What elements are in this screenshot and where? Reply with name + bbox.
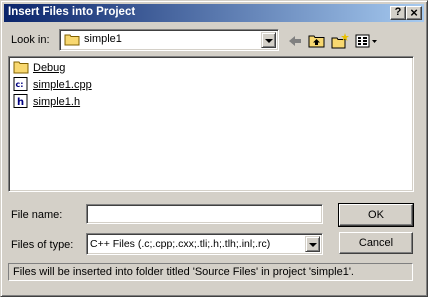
svg-text:h: h xyxy=(17,97,24,108)
status-text: Files will be inserted into folder title… xyxy=(8,263,413,281)
look-in-label: Look in: xyxy=(11,34,50,46)
file-type-combo[interactable]: C++ Files (.c;.cpp;.cxx;.tli;.h;.tlh;.in… xyxy=(86,233,323,255)
ok-button[interactable]: OK xyxy=(338,203,414,227)
cancel-button[interactable]: Cancel xyxy=(339,232,413,254)
list-item[interactable]: c: simple1.cpp xyxy=(13,76,92,94)
list-item[interactable]: Debug xyxy=(13,60,65,76)
folder-icon xyxy=(13,60,29,77)
look-in-combo[interactable]: simple1 xyxy=(59,29,279,51)
title-bar[interactable]: Insert Files into Project ? × xyxy=(4,4,424,22)
file-name: Debug xyxy=(33,62,66,74)
help-button[interactable]: ? xyxy=(390,6,406,20)
file-name-label: File name: xyxy=(11,209,63,221)
cpp-file-icon: c: xyxy=(13,76,29,94)
file-name-input[interactable] xyxy=(86,204,323,224)
svg-text:c:: c: xyxy=(16,80,24,89)
file-type-value: C++ Files (.c;.cpp;.cxx;.tli;.h;.tlh;.in… xyxy=(90,238,271,250)
look-in-dropdown-button[interactable] xyxy=(261,32,276,48)
window-title: Insert Files into Project xyxy=(8,6,136,18)
list-item[interactable]: h simple1.h xyxy=(13,93,81,111)
file-name: simple1.cpp xyxy=(33,79,92,91)
folder-icon xyxy=(64,33,80,49)
file-type-dropdown-button[interactable] xyxy=(305,236,320,252)
insert-files-dialog: Insert Files into Project ? × Look in: s… xyxy=(0,0,428,297)
look-in-value: simple1 xyxy=(84,33,122,45)
file-list[interactable]: Debug c: simple1.cpp h simple1.h xyxy=(8,56,414,192)
header-file-icon: h xyxy=(13,93,29,111)
close-button[interactable]: × xyxy=(406,6,422,20)
new-folder-icon[interactable] xyxy=(331,33,349,49)
up-folder-icon[interactable] xyxy=(308,33,326,49)
file-type-label: Files of type: xyxy=(11,239,74,251)
view-menu-icon[interactable] xyxy=(355,33,379,49)
file-name: simple1.h xyxy=(33,96,81,108)
back-arrow-icon[interactable] xyxy=(286,33,304,49)
